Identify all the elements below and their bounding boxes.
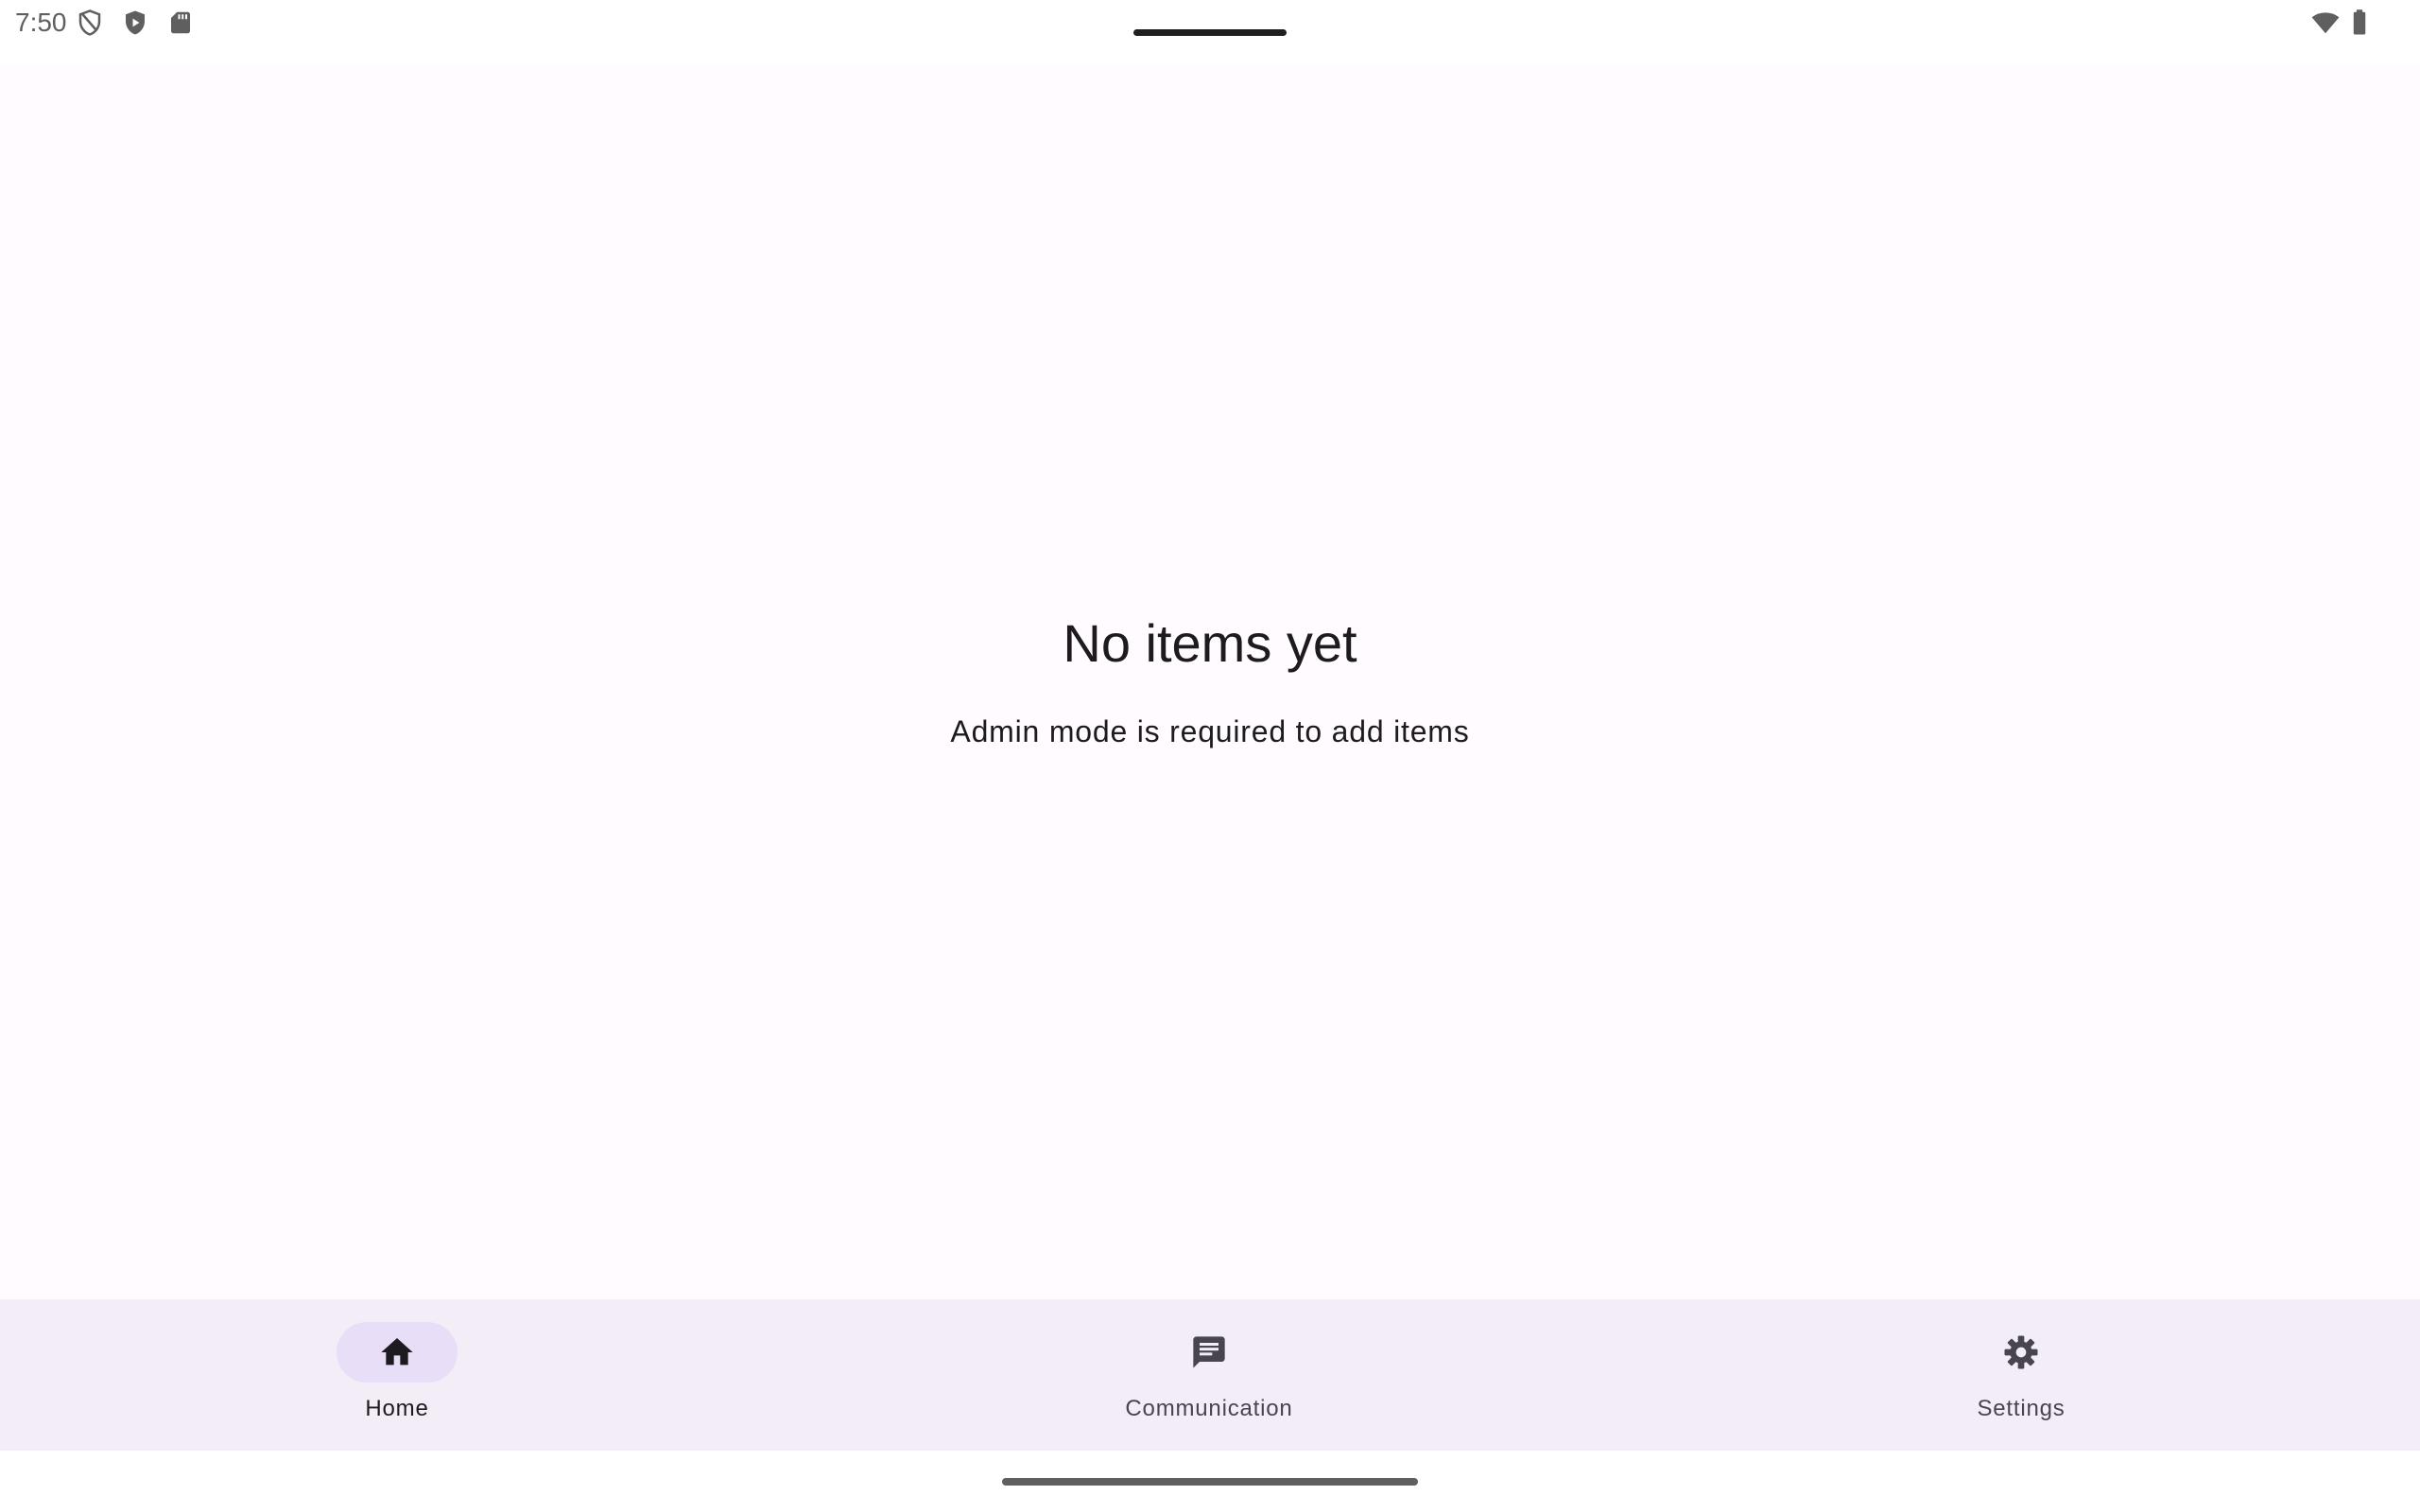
bottom-navigation: Home Communication Settings (0, 1299, 2420, 1451)
message-icon (1190, 1333, 1228, 1371)
battery-icon (2345, 9, 2374, 37)
status-time: 7:50 (15, 8, 67, 37)
wifi-icon (2311, 9, 2340, 37)
gear-icon (2002, 1333, 2040, 1371)
play-protect-icon (121, 9, 149, 37)
shield-off-icon (76, 9, 104, 37)
nav-label-communication: Communication (1125, 1396, 1293, 1421)
empty-state-subtitle: Admin mode is required to add items (950, 714, 1470, 748)
gesture-navigation-bar (0, 1451, 2420, 1512)
nav-item-communication[interactable]: Communication (1067, 1299, 1351, 1451)
nav-item-settings[interactable]: Settings (1879, 1299, 2163, 1451)
home-icon (378, 1333, 416, 1371)
nav-label-home: Home (365, 1396, 429, 1421)
status-bar: 7:50 (0, 0, 2420, 64)
main-content: No items yet Admin mode is required to a… (0, 64, 2420, 1299)
home-gesture-handle[interactable] (1002, 1478, 1418, 1486)
sd-card-icon (166, 9, 195, 37)
empty-state-title: No items yet (1063, 613, 1357, 673)
nav-item-home[interactable]: Home (255, 1299, 539, 1451)
nav-label-settings: Settings (1977, 1396, 2066, 1421)
top-handle[interactable] (1133, 29, 1287, 36)
